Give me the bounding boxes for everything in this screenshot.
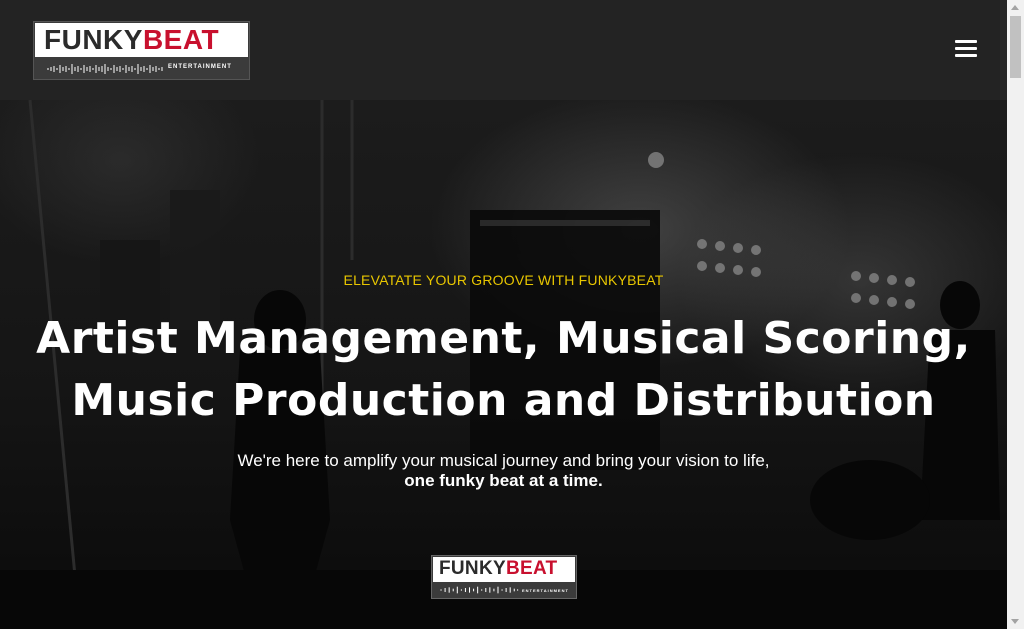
menu-bar	[955, 54, 977, 57]
page: FUNKYBEAT ENTERTAINMENT ELEVATATE YOUR G…	[0, 0, 1007, 629]
scroll-up-arrow-icon[interactable]	[1011, 5, 1019, 10]
hero-eyebrow: ELEVATATE YOUR GROOVE WITH FUNKYBEAT	[343, 272, 664, 288]
hamburger-menu-icon[interactable]	[955, 39, 977, 59]
menu-bar	[955, 47, 977, 50]
soundwave-icon	[47, 64, 163, 74]
hero-logo: FUNKYBEAT ENTERTAINMENT	[431, 555, 577, 599]
soundwave-icon	[440, 586, 519, 594]
logo-wordmark-box: FUNKYBEAT	[433, 557, 575, 582]
menu-bar	[955, 40, 977, 43]
logo-word-beat: BEAT	[142, 24, 220, 55]
logo-wordmark: FUNKYBEAT	[44, 25, 219, 55]
logo-subtitle: ENTERTAINMENT	[522, 588, 569, 593]
logo-word-funky: FUNKY	[439, 558, 506, 579]
hero-subtext: We're here to amplify your musical journ…	[237, 451, 770, 470]
page-scrollbar[interactable]	[1007, 0, 1024, 629]
site-header: FUNKYBEAT ENTERTAINMENT	[0, 0, 1007, 100]
logo-wordmark-box: FUNKYBEAT	[35, 23, 248, 57]
logo-word-funky: FUNKY	[44, 24, 143, 55]
hero-headline-line: Artist Management, Musical Scoring,	[36, 313, 971, 364]
scroll-down-arrow-icon[interactable]	[1011, 619, 1019, 624]
hero-section: ELEVATATE YOUR GROOVE WITH FUNKYBEAT Art…	[0, 100, 1007, 629]
hero-subtext-bold: one funky beat at a time.	[404, 471, 603, 490]
hero-headline: Artist Management, Musical Scoring, Musi…	[0, 308, 1007, 432]
logo-wordmark: FUNKYBEAT	[439, 558, 557, 580]
logo-subtitle: ENTERTAINMENT	[168, 64, 232, 70]
hero-headline-line: Music Production and Distribution	[71, 375, 936, 426]
scrollbar-thumb[interactable]	[1010, 16, 1021, 78]
site-logo[interactable]: FUNKYBEAT ENTERTAINMENT	[33, 21, 250, 80]
logo-word-beat: BEAT	[505, 558, 558, 579]
